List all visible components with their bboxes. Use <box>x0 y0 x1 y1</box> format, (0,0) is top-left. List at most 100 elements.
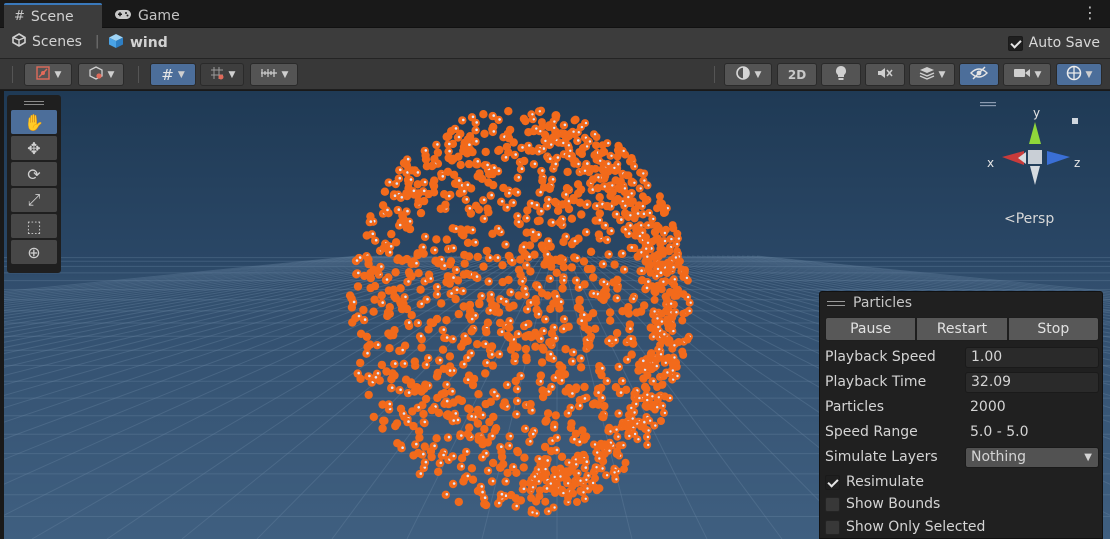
effects-dropdown[interactable]: ▼ <box>909 63 955 86</box>
ruler-dropdown[interactable]: ▼ <box>250 63 298 86</box>
restart-button[interactable]: Restart <box>916 317 1008 341</box>
auto-save-checkbox[interactable] <box>1007 35 1023 51</box>
resimulate-toggle[interactable]: Resimulate <box>825 471 1099 493</box>
particle <box>522 353 531 362</box>
more-options-icon[interactable]: ⋮ <box>1082 5 1098 21</box>
gizmos-dropdown[interactable]: ▼ <box>1056 63 1102 86</box>
particle <box>576 185 586 194</box>
grid-snapping-dropdown[interactable]: # ▼ <box>150 63 196 86</box>
particle-highlight <box>462 289 465 292</box>
lighting-toggle[interactable] <box>821 63 861 86</box>
y-axis-cone[interactable] <box>1029 122 1041 144</box>
particle <box>366 283 375 293</box>
particle-highlight <box>357 371 361 375</box>
particle-highlight <box>441 175 445 178</box>
playback-time-field[interactable]: 32.09 <box>965 371 1099 393</box>
particle <box>474 390 483 399</box>
simulate-layers-row: Simulate Layers Nothing ▼ <box>825 446 1099 468</box>
particle-highlight <box>539 190 542 194</box>
particle-highlight <box>426 297 429 301</box>
particle-highlight <box>586 162 589 165</box>
render-mode-dropdown[interactable]: ▼ <box>78 63 124 86</box>
tab-game[interactable]: Game <box>104 3 190 28</box>
z-axis-cone[interactable] <box>1047 151 1070 165</box>
particle <box>653 225 662 234</box>
particle-highlight <box>522 245 526 249</box>
particle-highlight <box>628 434 631 438</box>
particle-highlight <box>563 123 567 127</box>
auto-save-toggle[interactable]: Auto Save <box>1007 35 1100 51</box>
chevron-down-icon: ▼ <box>1034 69 1042 80</box>
playback-speed-field[interactable]: 1.00 <box>965 346 1099 368</box>
move-tool-button[interactable]: ✥ <box>11 136 57 160</box>
particle-highlight <box>422 452 425 456</box>
particle-highlight <box>415 261 418 265</box>
particles-panel-header[interactable]: Particles <box>820 292 1102 314</box>
particle <box>595 193 604 202</box>
hand-tool-button[interactable]: ✋ <box>11 110 57 134</box>
particle-highlight <box>476 160 480 163</box>
resimulate-checkbox[interactable] <box>825 474 840 490</box>
particle <box>483 438 492 447</box>
gizmo-grip[interactable] <box>976 102 996 107</box>
particle-highlight <box>415 442 418 446</box>
scale-tool-button[interactable]: ⤢ <box>11 188 57 212</box>
playback-time-row: Playback Time 32.09 <box>825 371 1099 393</box>
particle-highlight <box>572 350 576 354</box>
particle-highlight <box>564 193 568 196</box>
particle <box>613 284 622 293</box>
particle-highlight <box>491 479 495 483</box>
particle <box>547 447 556 456</box>
particle <box>636 307 646 316</box>
pause-button[interactable]: Pause <box>825 317 917 341</box>
particle-highlight <box>646 393 649 396</box>
particle-highlight <box>386 208 389 212</box>
show-only-selected-checkbox[interactable] <box>825 519 840 535</box>
show-bounds-checkbox[interactable] <box>825 496 840 512</box>
particle-highlight <box>538 150 541 153</box>
palette-grip[interactable] <box>10 98 58 108</box>
particle-highlight <box>538 110 541 113</box>
particle-highlight <box>517 214 520 218</box>
particle <box>580 280 589 289</box>
particle-highlight <box>498 352 502 356</box>
tab-scene[interactable]: # Scene <box>4 3 102 28</box>
show-only-selected-toggle[interactable]: Show Only Selected <box>825 516 1099 538</box>
particle <box>437 299 446 308</box>
particle-highlight <box>400 196 404 199</box>
particle-highlight <box>520 374 523 377</box>
gizmo-center-cube[interactable] <box>1028 150 1042 164</box>
camera-settings-dropdown[interactable]: ▼ <box>1003 63 1051 86</box>
stop-button[interactable]: Stop <box>1007 317 1099 341</box>
particle <box>657 260 666 269</box>
neg-y-axis-cone[interactable] <box>1030 166 1040 185</box>
particle <box>524 128 533 137</box>
draw-mode-dropdown[interactable]: ▼ <box>24 63 72 86</box>
particle-highlight <box>460 434 463 437</box>
increment-snap-dropdown[interactable]: ▼ <box>200 63 244 86</box>
view-2d-toggle[interactable]: 2D <box>777 63 817 86</box>
particle-highlight <box>577 139 580 142</box>
breadcrumb-current[interactable]: wind <box>108 33 168 53</box>
projection-toggle[interactable]: <Persp <box>1004 211 1054 227</box>
particle-highlight <box>614 338 618 342</box>
transform-tool-button[interactable]: ⊕ <box>11 240 57 264</box>
breadcrumb-scenes[interactable]: Scenes <box>12 33 82 51</box>
particle-highlight <box>630 246 634 249</box>
gizmo-lock-icon[interactable] <box>1072 118 1078 124</box>
particle-highlight <box>553 475 556 479</box>
rotate-tool-button[interactable]: ⟳ <box>11 162 57 186</box>
shading-mode-dropdown[interactable]: ▼ <box>724 63 772 86</box>
show-bounds-toggle[interactable]: Show Bounds <box>825 493 1099 515</box>
simulate-layers-dropdown[interactable]: Nothing ▼ <box>965 446 1099 468</box>
particle-highlight <box>504 156 508 159</box>
tool-palette: ✋ ✥ ⟳ ⤢ ⬚ ⊕ <box>7 95 61 273</box>
rect-tool-button[interactable]: ⬚ <box>11 214 57 238</box>
particle-highlight <box>675 311 678 314</box>
particle-highlight <box>591 481 595 485</box>
audio-toggle[interactable] <box>865 63 905 86</box>
particle <box>526 267 535 276</box>
scene-visibility-toggle[interactable] <box>959 63 999 86</box>
particle <box>432 235 441 244</box>
particle-highlight <box>585 203 589 206</box>
